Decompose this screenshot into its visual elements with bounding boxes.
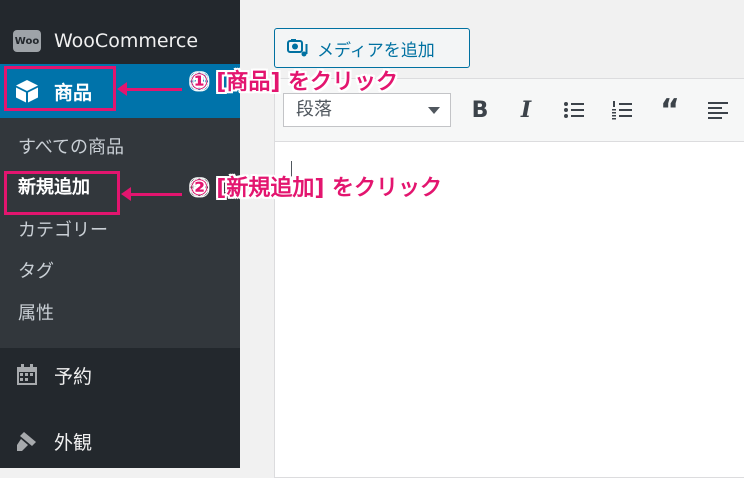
calendar-icon <box>12 360 42 390</box>
submenu-tags[interactable]: タグ <box>18 258 54 286</box>
quote-icon: “ <box>660 92 680 128</box>
menu-woocommerce-label: WooCommerce <box>54 30 199 52</box>
bold-button[interactable]: B <box>465 95 495 125</box>
submenu-all-products[interactable]: すべての商品 <box>18 134 124 162</box>
italic-button[interactable]: I <box>511 95 541 125</box>
numbered-list-icon <box>612 101 632 120</box>
annotation-step2: ② [新規追加] をクリック <box>190 176 443 201</box>
add-media-button[interactable]: メディアを追加 <box>274 28 470 68</box>
bulleted-list-icon <box>564 102 584 118</box>
content-editor: 段落 B I “ <box>274 78 744 478</box>
arrow-to-products <box>117 82 182 96</box>
menu-woocommerce[interactable]: Woo WooCommerce <box>0 16 240 66</box>
annotation-step1: ① [商品] をクリック <box>190 70 399 95</box>
bold-icon: B <box>471 97 489 123</box>
add-media-label: メディアを追加 <box>317 40 435 61</box>
arrow-to-add-new <box>121 187 182 201</box>
numbered-list-button[interactable] <box>607 95 637 125</box>
menu-appearance-label: 外観 <box>54 431 93 454</box>
menu-booking[interactable]: 予約 <box>0 350 240 400</box>
caret-down-icon <box>428 107 440 114</box>
blockquote-button[interactable]: “ <box>655 92 685 128</box>
menu-appearance[interactable]: 外観 <box>0 416 240 466</box>
submenu-attributes[interactable]: 属性 <box>18 300 54 328</box>
align-left-button[interactable] <box>703 95 733 125</box>
submenu-categories[interactable]: カテゴリー <box>18 217 108 245</box>
paintbrush-icon <box>12 426 42 456</box>
paragraph-format-select[interactable]: 段落 <box>283 93 451 127</box>
products-submenu: すべての商品 新規追加 カテゴリー タグ 属性 <box>0 118 240 348</box>
format-select-value: 段落 <box>296 99 332 120</box>
woocommerce-icon: Woo <box>12 26 42 56</box>
align-left-icon <box>708 102 728 119</box>
menu-booking-label: 予約 <box>54 365 93 388</box>
highlight-products <box>4 66 116 111</box>
highlight-add-new <box>4 171 120 215</box>
bulleted-list-button[interactable] <box>559 95 589 125</box>
media-icon <box>287 38 309 58</box>
italic-icon: I <box>520 97 532 123</box>
